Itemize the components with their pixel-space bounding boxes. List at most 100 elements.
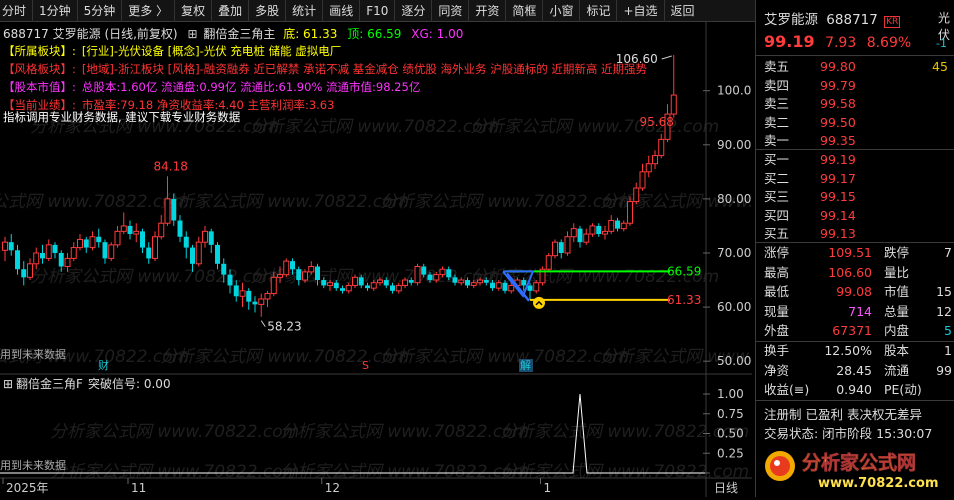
last-price: 99.19	[764, 32, 815, 51]
stat-value: 0.940	[836, 382, 872, 398]
resistance-label: 66.59	[667, 264, 701, 278]
candle-body	[521, 280, 527, 286]
candle-body	[114, 230, 121, 246]
toolbar-kaizi-button[interactable]: 开资	[469, 0, 507, 22]
indicator-name[interactable]: 翻倍金三角主	[203, 27, 275, 41]
asks-row[interactable]: 卖二 99.50	[764, 113, 954, 132]
sub-y-tick-label: 0.50	[717, 427, 744, 441]
candle-body	[452, 277, 458, 283]
toolbar-diejia-button[interactable]: 叠加	[212, 0, 250, 22]
future-data-label: 用到未来数据	[0, 458, 66, 472]
toolbar-huaxian-button[interactable]: 画线	[323, 0, 361, 22]
y-tick-label: 100.00	[717, 84, 752, 98]
toolbar-more-button[interactable]: 更多 〉	[122, 0, 176, 22]
sell-marker[interactable]: S	[362, 359, 369, 372]
toolbar-fenshi-button[interactable]: 分时	[0, 0, 34, 22]
candle-body	[283, 260, 290, 276]
candle-body	[377, 279, 383, 284]
candle-body	[615, 220, 620, 229]
stat-row: 最低 99.08 市值 15	[764, 282, 954, 302]
candle-body	[190, 247, 195, 264]
low-annotation: 58.23	[267, 320, 301, 334]
info-line: 【所属板块】: [行业]-光伏设备 [概念]-光伏 充电桩 储能 虚拟电厂	[3, 43, 341, 59]
bids-row[interactable]: 买四 99.14	[764, 206, 954, 225]
info-text: 总股本:1.60亿 流通盘:0.99亿 流通比:61.90% 流通市值:98.2…	[81, 80, 421, 94]
candle-body	[402, 279, 408, 286]
toolbar-tongzi-button[interactable]: 同资	[432, 0, 470, 22]
sub-indicator-title[interactable]: 翻倍金三角F	[16, 376, 83, 391]
candle-body	[345, 284, 352, 292]
stat-label: 换手	[764, 343, 790, 358]
support-label: 61.33	[667, 293, 701, 307]
asks-row[interactable]: 卖一 99.35	[764, 131, 954, 150]
sub-indicator-signal: 突破信号: 0.00	[88, 376, 171, 391]
toolbar-1min-button[interactable]: 1分钟	[33, 0, 78, 22]
toolbar-fuquan-button[interactable]: 复权	[175, 0, 213, 22]
candle-body	[645, 163, 652, 173]
toolbar-jianzheng-button[interactable]: 简框	[506, 0, 544, 22]
candle-body	[552, 241, 558, 257]
candle-body	[439, 268, 446, 276]
order-price: 99.15	[820, 189, 856, 205]
chart-header: 688717 艾罗能源 (日线,前复权) ⊞ 翻倍金三角主 底: 61.33 顶…	[3, 25, 463, 42]
candle-body	[83, 239, 89, 248]
bids-row[interactable]: 买三 99.15	[764, 187, 954, 206]
candle-body	[27, 263, 33, 278]
candle-body	[89, 236, 96, 249]
stat-row: 换手 12.50% 股本 1	[764, 341, 954, 361]
order-level-label: 卖一	[764, 133, 790, 149]
candle-body	[596, 225, 602, 235]
order-level-label: 买二	[764, 170, 790, 186]
chart-title: 688717 艾罗能源 (日线,前复权)	[3, 27, 178, 41]
price-change: 7.93	[825, 35, 857, 51]
info-text: [行业]-光伏设备 [概念]-光伏 充电桩 储能 虚拟电厂	[81, 44, 342, 58]
watermark-text: 分析家公式网 www.70822.com	[380, 347, 629, 367]
candle-body	[158, 222, 165, 238]
candle-body	[246, 290, 252, 302]
candle-body	[77, 238, 83, 249]
high-annotation: 84.18	[154, 159, 188, 173]
candle-body	[264, 293, 271, 300]
bids-row[interactable]: 买五 99.13	[764, 224, 954, 243]
order-price: 99.17	[820, 170, 856, 186]
watermark-text: 分析家公式网 www.70822.com	[50, 462, 299, 482]
asks-row[interactable]: 卖三 99.58	[764, 94, 954, 113]
period-label[interactable]: 日线	[714, 481, 738, 495]
candle-body	[652, 155, 658, 165]
order-level-label: 卖二	[764, 114, 790, 130]
candle-body	[171, 198, 177, 221]
toolbar-xiaochuang-button[interactable]: 小窗	[543, 0, 581, 22]
toolbar-zixuan-button[interactable]: +自选	[617, 0, 665, 22]
toolbar-f10-button[interactable]: F10	[360, 0, 396, 22]
candle-body	[340, 288, 345, 291]
candle-body	[545, 255, 552, 270]
candle-body	[495, 282, 502, 289]
finance-marker[interactable]: 财	[98, 358, 109, 372]
notice-text: 指标调用专业财务数据, 建议下载专业财务数据	[3, 110, 241, 124]
toolbar-zhubi-button[interactable]: 逐分	[395, 0, 433, 22]
order-level-label: 买一	[764, 152, 790, 167]
toolbar-tongji-button[interactable]: 统计	[286, 0, 324, 22]
toolbar-fanhui-button[interactable]: 返回	[665, 0, 701, 22]
asks-row[interactable]: 卖四 99.79	[764, 76, 954, 95]
toolbar-5min-button[interactable]: 5分钟	[78, 0, 123, 22]
di-value: 底: 61.33	[283, 27, 338, 41]
candle-body	[270, 276, 277, 295]
candle-body	[302, 271, 308, 281]
info-text: [地域]-浙江板块 [风格]-融资融券 近已解禁 承诺不减 基金减仓 绩优股 海…	[81, 62, 648, 76]
unlock-marker[interactable]: 解	[520, 358, 531, 372]
stat-value: 67371	[832, 323, 872, 339]
order-price: 99.19	[820, 152, 856, 167]
bids-row[interactable]: 买二 99.17	[764, 169, 954, 188]
stat-label: 外盘	[764, 323, 790, 339]
bids-row[interactable]: 买一 99.19	[764, 150, 954, 169]
candle-body	[8, 242, 14, 251]
asks-row[interactable]: 卖五 99.80 45	[764, 57, 954, 76]
sub-indicator-icon: ⊞	[3, 377, 13, 391]
candle-body	[465, 280, 470, 286]
order-level-label: 买四	[764, 207, 790, 223]
toolbar-duogu-button[interactable]: 多股	[249, 0, 287, 22]
toolbar-biaoji-button[interactable]: 标记	[580, 0, 618, 22]
candle-body	[140, 231, 145, 248]
stat-label: 涨停	[764, 245, 790, 260]
